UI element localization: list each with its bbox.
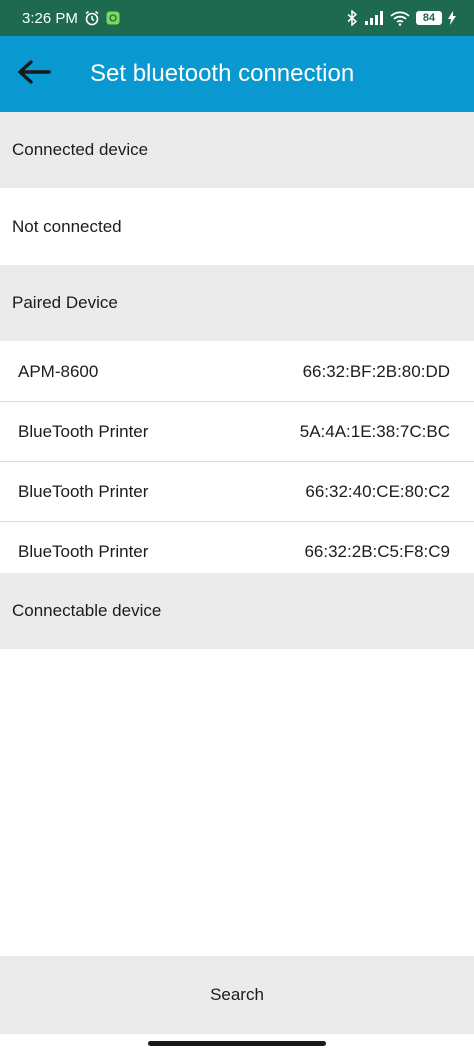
bluetooth-icon — [346, 10, 358, 26]
charging-icon — [448, 11, 456, 25]
app-bar: Set bluetooth connection — [0, 36, 474, 112]
device-name: BlueTooth Printer — [18, 481, 149, 501]
signal-icon — [364, 11, 384, 25]
alarm-icon — [84, 10, 100, 26]
paired-device-row[interactable]: APM-8600 66:32:BF:2B:80:DD — [0, 342, 474, 402]
wifi-icon — [390, 11, 410, 26]
device-address: 66:32:BF:2B:80:DD — [302, 361, 450, 381]
arrow-left-icon — [17, 59, 51, 89]
device-address: 5A:4A:1E:38:7C:BC — [299, 421, 450, 441]
section-label: Connectable device — [12, 601, 162, 620]
home-indicator[interactable] — [148, 1041, 326, 1046]
search-button-label: Search — [210, 985, 264, 1004]
connection-status: Not connected — [0, 188, 474, 265]
connectable-device-header: Connectable device — [0, 573, 474, 649]
status-time: 3:26 PM — [22, 9, 78, 27]
connected-device-header: Connected device — [0, 112, 474, 188]
device-name: BlueTooth Printer — [18, 421, 149, 441]
battery-icon: 84 — [416, 11, 442, 25]
search-button[interactable]: Search — [0, 956, 474, 1034]
page-title: Set bluetooth connection — [90, 60, 355, 87]
section-label: Connected device — [12, 140, 149, 159]
battery-level: 84 — [422, 12, 436, 24]
status-bar: 3:26 PM 84 — [0, 0, 474, 36]
paired-device-header: Paired Device — [0, 265, 474, 341]
paired-device-row[interactable]: BlueTooth Printer 66:32:40:CE:80:C2 — [0, 462, 474, 522]
paired-device-row[interactable]: BlueTooth Printer 5A:4A:1E:38:7C:BC — [0, 402, 474, 462]
device-name: APM-8600 — [18, 361, 99, 381]
app-notification-icon — [106, 11, 120, 25]
back-button[interactable] — [6, 46, 62, 102]
connection-status-label: Not connected — [12, 216, 122, 236]
device-name: BlueTooth Printer — [18, 542, 149, 561]
section-label: Paired Device — [12, 293, 118, 312]
device-address: 66:32:2B:C5:F8:C9 — [304, 542, 450, 561]
device-address: 66:32:40:CE:80:C2 — [305, 481, 450, 501]
paired-device-row[interactable]: BlueTooth Printer 66:32:2B:C5:F8:C9 — [0, 522, 474, 574]
